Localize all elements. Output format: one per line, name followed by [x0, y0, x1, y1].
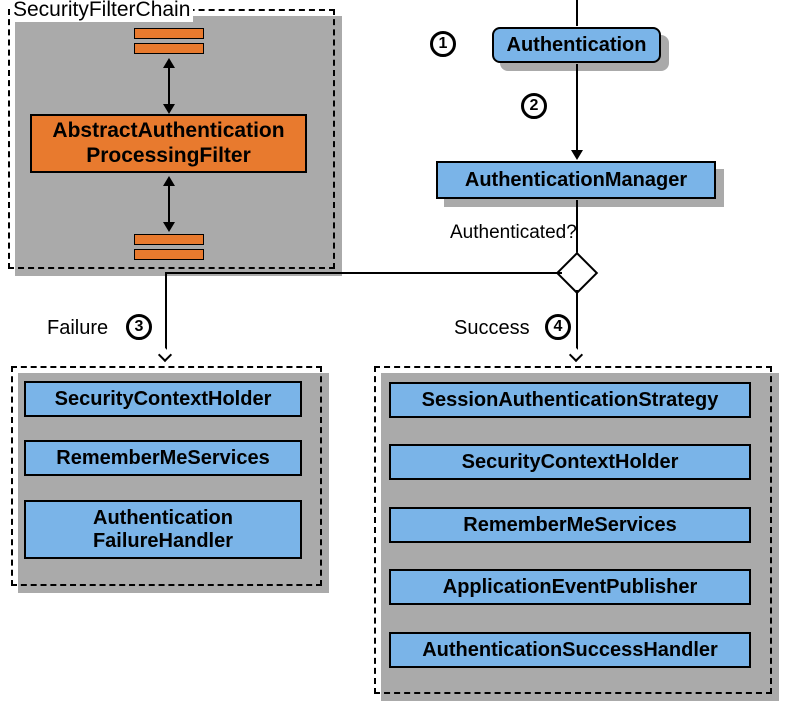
filter-bar-bot-1 — [134, 234, 204, 245]
authentication-box: Authentication — [492, 27, 661, 63]
filter-bar-top-2 — [134, 43, 204, 54]
failure-label: Failure — [47, 317, 108, 340]
fc-line-1 — [168, 66, 170, 106]
success-item-1: SecurityContextHolder — [389, 444, 751, 480]
success-item-3: ApplicationEventPublisher — [389, 569, 751, 605]
failure-item-2-l1: Authentication — [93, 507, 233, 530]
authentication-manager-box: AuthenticationManager — [436, 161, 716, 199]
authenticated-label: Authenticated? — [450, 222, 577, 244]
failure-v-line — [165, 272, 167, 360]
step-2: 2 — [521, 93, 547, 119]
success-item-2: RememberMeServices — [389, 507, 751, 543]
filterchain-title: SecurityFilterChain — [10, 0, 193, 22]
filter-bar-bot-2 — [134, 249, 204, 260]
r-line-1 — [576, 64, 578, 152]
failure-arrow — [158, 348, 172, 362]
fc-arrow-up-1 — [163, 58, 175, 68]
decision-diamond — [556, 252, 598, 294]
failure-item-1: RememberMeServices — [24, 440, 302, 476]
success-label: Success — [454, 317, 530, 340]
fc-line-2 — [168, 184, 170, 224]
failure-item-2: Authentication FailureHandler — [24, 500, 302, 559]
filter-bar-top-1 — [134, 28, 204, 39]
fc-arrow-up-2 — [163, 176, 175, 186]
r-arrow-1 — [571, 150, 583, 160]
aapf-label-2: ProcessingFilter — [86, 144, 251, 168]
abstract-auth-processing-filter: AbstractAuthentication ProcessingFilter — [30, 114, 307, 173]
success-item-4: AuthenticationSuccessHandler — [389, 632, 751, 668]
fc-arrow-down-2 — [163, 222, 175, 232]
step-3: 3 — [126, 314, 152, 340]
success-item-0: SessionAuthenticationStrategy — [389, 382, 751, 418]
authentication-label: Authentication — [507, 34, 647, 57]
step-1: 1 — [430, 31, 456, 57]
failure-h-line — [165, 272, 562, 274]
aapf-label-1: AbstractAuthentication — [52, 119, 284, 143]
failure-item-2-l2: FailureHandler — [93, 530, 233, 553]
authmanager-label: AuthenticationManager — [465, 169, 687, 192]
r-line-0 — [576, 0, 578, 26]
failure-item-0: SecurityContextHolder — [24, 381, 302, 417]
step-4: 4 — [545, 314, 571, 340]
success-arrow — [569, 348, 583, 362]
fc-arrow-down-1 — [163, 104, 175, 114]
